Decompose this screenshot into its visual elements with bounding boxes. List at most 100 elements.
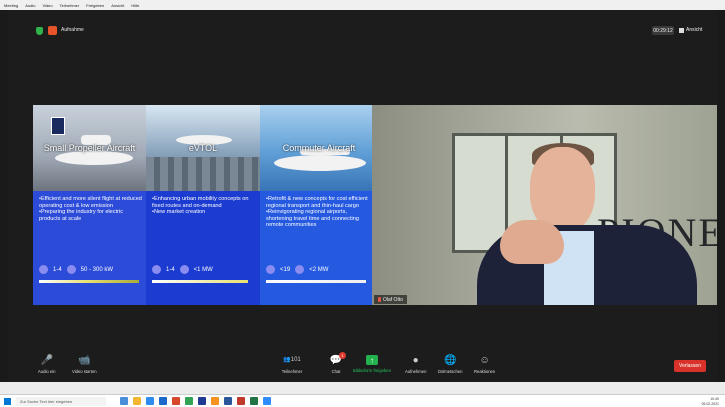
chat-icon: 💬 1	[330, 352, 346, 366]
panel-stats: <19 <2 MW	[266, 265, 328, 274]
menu-audio[interactable]: Audio	[25, 3, 35, 8]
view-button[interactable]: Ansicht	[679, 27, 702, 33]
rolls-royce-logo-icon	[51, 117, 65, 135]
audio-button[interactable]: 🎤 Audio ein	[38, 355, 55, 374]
panel-bullets: •Enhancing urban mobility concepts on fi…	[152, 196, 256, 216]
windows-taskbar: Zur Suche Text hier eingeben 10:49 09.02…	[0, 394, 725, 407]
panel-title: eVTOL	[188, 143, 218, 153]
record-icon: ●	[412, 355, 419, 366]
os-bottom-area: Zur Suche Text hier eingeben 10:49 09.02…	[0, 382, 725, 407]
bullet-item: •New market creation	[152, 209, 206, 216]
app-icon[interactable]	[211, 397, 219, 405]
recording-label: Aufnahme	[61, 27, 84, 33]
participant-video[interactable]: PIONE Olaf Otto	[372, 105, 717, 305]
chat-badge: 1	[339, 352, 346, 359]
interpretation-button[interactable]: 🌐 Dolmetschen	[438, 355, 462, 374]
interpret-label: Dolmetschen	[438, 369, 463, 374]
zoom-app-icon[interactable]	[263, 397, 271, 405]
camera-off-icon: 📹	[78, 355, 91, 366]
meeting-window: Aufnahme 00:29:12 Ansicht Small Propelle…	[8, 10, 717, 382]
app-icon[interactable]	[159, 397, 167, 405]
app-icon[interactable]	[237, 397, 245, 405]
clock-date: 09.02.2021	[701, 401, 719, 406]
app-icon[interactable]	[224, 397, 232, 405]
slide-panel-small-propeller: Small Propeller Aircraft •Efficient and …	[33, 105, 146, 305]
menu-participants[interactable]: Teilnehmer	[60, 3, 80, 8]
share-screen-button[interactable]: ↑ Bildschirm freigeben	[353, 355, 391, 373]
menu-help[interactable]: Hilfe	[131, 3, 139, 8]
app-icon[interactable]	[120, 397, 128, 405]
slide-panel-commuter: Commuter Aircraft •Retrofit & new concep…	[260, 105, 378, 305]
security-shield-icon[interactable]	[36, 27, 43, 35]
system-tray-clock[interactable]: 10:49 09.02.2021	[701, 397, 719, 406]
app-icon[interactable]	[172, 397, 180, 405]
panel-title: Small Propeller Aircraft	[43, 143, 136, 153]
participant-name-tag: Olaf Otto	[374, 295, 408, 304]
menu-share[interactable]: Freigeben	[86, 3, 104, 8]
panel-bullets: •Retrofit & new concepts for cost effici…	[266, 196, 374, 229]
participants-label: Teilnehmer	[281, 369, 303, 374]
reactions-button[interactable]: ☺ Reaktionen	[474, 355, 495, 374]
reactions-label: Reaktionen	[474, 369, 496, 374]
taskbar-search-input[interactable]: Zur Suche Text hier eingeben	[16, 397, 106, 406]
range-bar	[266, 280, 366, 283]
video-button[interactable]: 📹 Video starten	[72, 355, 97, 374]
globe-icon: 🌐	[444, 355, 457, 366]
app-icon[interactable]	[133, 397, 141, 405]
video-label: Video starten	[72, 369, 97, 374]
smiley-icon: ☺	[479, 355, 490, 366]
seats-icon	[152, 265, 161, 274]
meeting-toolbar: 🎤 Audio ein 📹 Video starten 👥 101 Teilneh…	[8, 352, 717, 382]
slide-panel-evtol: eVTOL •Enhancing urban mobility concepts…	[146, 105, 260, 305]
bullet-item: •Reinvigorating regional airports, short…	[266, 209, 359, 229]
app-icon[interactable]	[198, 397, 206, 405]
muted-mic-icon	[378, 297, 381, 302]
leave-button[interactable]: Verlassen	[674, 360, 706, 372]
app-icon[interactable]	[185, 397, 193, 405]
app-menubar: Meeting Audio Video Teilnehmer Freigeben…	[0, 0, 725, 10]
panel-bullets: •Efficient and more silent flight at red…	[39, 196, 142, 222]
bullet-item: •Efficient and more silent flight at red…	[39, 196, 142, 209]
participants-count: 101	[290, 357, 301, 363]
bullet-item: •Preparing the industry for electric pro…	[39, 209, 124, 222]
participants-icon: 👥 101	[281, 355, 303, 366]
share-screen-icon: ↑	[365, 355, 378, 365]
power-value: 50 - 300 kW	[80, 266, 114, 273]
mic-off-icon: 🎤	[40, 355, 53, 366]
record-button[interactable]: ● Aufnehmen	[405, 355, 426, 374]
meeting-topbar: Aufnahme 00:29:12 Ansicht	[8, 10, 717, 50]
power-icon	[179, 265, 189, 274]
seats-icon	[39, 265, 48, 274]
participant-name: Olaf Otto	[383, 296, 404, 303]
bullet-item: •Enhancing urban mobility concepts on fi…	[152, 196, 249, 209]
speaker-hands	[500, 220, 564, 264]
meeting-timer: 00:29:12	[652, 26, 674, 35]
chat-label: Chat	[331, 369, 341, 374]
app-icon[interactable]	[146, 397, 154, 405]
seats-value: <19	[280, 266, 291, 273]
menu-video[interactable]: Video	[42, 3, 52, 8]
panel-title: Commuter Aircraft	[282, 143, 356, 153]
menu-view[interactable]: Ansicht	[111, 3, 124, 8]
recording-icon[interactable]	[48, 26, 57, 35]
seats-icon	[266, 265, 275, 274]
menu-meeting[interactable]: Meeting	[4, 3, 18, 8]
share-label: Bildschirm freigeben	[353, 368, 391, 373]
view-label: Ansicht	[686, 27, 703, 33]
range-bar	[152, 280, 248, 283]
app-icon[interactable]	[250, 397, 258, 405]
grid-view-icon	[679, 27, 684, 33]
power-icon	[295, 265, 305, 274]
seats-value: 1-4	[166, 266, 175, 273]
power-value: <1 MW	[193, 266, 213, 273]
chat-button[interactable]: 💬 1 Chat	[330, 352, 346, 374]
windows-start-icon[interactable]	[4, 398, 11, 405]
record-label: Aufnehmen	[405, 369, 427, 374]
panel-stats: 1-4 50 - 300 kW	[39, 265, 113, 274]
participants-button[interactable]: 👥 101 Teilnehmer	[281, 355, 303, 374]
taskbar-apps	[120, 397, 271, 405]
audio-label: Audio ein	[38, 369, 56, 374]
panel-stats: 1-4 <1 MW	[152, 265, 213, 274]
range-bar	[39, 280, 139, 283]
bullet-item: •Retrofit & new concepts for cost effici…	[266, 196, 368, 209]
